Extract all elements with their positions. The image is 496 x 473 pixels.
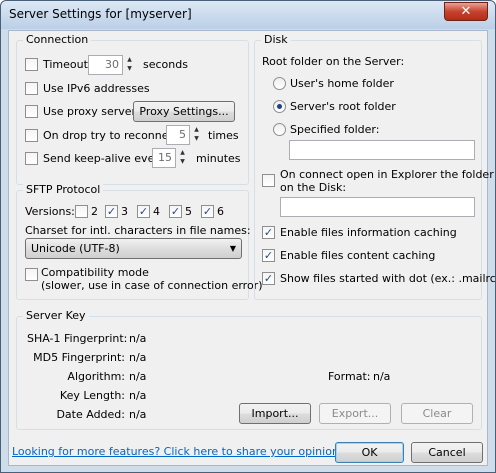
disk-title: Disk <box>261 33 291 46</box>
reconnect-label: On drop try to reconnect <box>43 129 179 142</box>
root-folder-radio[interactable] <box>273 100 286 113</box>
home-folder-label: User's home folder <box>290 77 394 90</box>
dialog-client: Connection Timeout: 30 ▲ ▼ seconds Use IP… <box>8 30 496 466</box>
explorer-folder-input[interactable] <box>280 197 475 217</box>
format-label: Format: <box>328 370 371 383</box>
keepalive-checkbox[interactable] <box>25 152 38 165</box>
version-3-label: 3 <box>121 205 128 218</box>
version-6-checkbox[interactable]: ✓ <box>201 205 214 218</box>
server-key-title: Server Key <box>23 309 89 322</box>
date-added-value: n/a <box>129 408 147 421</box>
open-explorer-checkbox[interactable] <box>262 174 275 187</box>
version-6-label: 6 <box>217 205 224 218</box>
timeout-spin-arrows[interactable]: ▲ ▼ <box>124 55 135 75</box>
keepalive-spin-arrows[interactable]: ▲ ▼ <box>177 148 188 168</box>
close-button[interactable]: ✕ <box>444 2 488 21</box>
reconnect-unit: times <box>208 129 239 142</box>
algorithm-value: n/a <box>129 370 147 383</box>
compat-label: Compatibility mode <box>41 266 149 279</box>
feedback-link[interactable]: Looking for more features? Click here to… <box>12 445 342 458</box>
clear-button[interactable]: Clear <box>401 403 473 424</box>
version-4-label: 4 <box>153 205 160 218</box>
info-caching-label: Enable files information caching <box>280 226 457 239</box>
version-2-checkbox[interactable] <box>75 205 88 218</box>
proxy-label: Use proxy server <box>43 105 137 118</box>
sftp-group: SFTP Protocol Versions: 2 ✓ 3 ✓ 4 ✓ 5 ✓ … <box>16 183 263 300</box>
keepalive-unit: minutes <box>196 152 241 165</box>
content-caching-checkbox[interactable]: ✓ <box>262 249 275 262</box>
timeout-label: Timeout: <box>43 58 92 71</box>
algorithm-label: Algorithm: <box>67 370 125 383</box>
specified-folder-input[interactable] <box>289 140 475 160</box>
md5-label: MD5 Fingerprint: <box>33 351 125 364</box>
reconnect-checkbox[interactable] <box>25 129 38 142</box>
open-explorer-label-2: on the Disk: <box>280 181 347 194</box>
show-dot-checkbox[interactable]: ✓ <box>262 272 275 285</box>
charset-select[interactable]: Unicode (UTF-8) ▼ <box>25 238 242 259</box>
version-4-checkbox[interactable]: ✓ <box>137 205 150 218</box>
keepalive-input[interactable]: 15 <box>152 148 176 168</box>
content-caching-label: Enable files content caching <box>280 249 436 262</box>
root-folder-option-label: Server's root folder <box>290 100 396 113</box>
key-length-value: n/a <box>129 389 147 402</box>
charset-label: Charset for intl. characters in file nam… <box>25 224 251 237</box>
server-key-group: Server Key SHA-1 Fingerprint: n/a MD5 Fi… <box>16 309 482 430</box>
timeout-unit: seconds <box>143 58 188 71</box>
root-folder-label: Root folder on the Server: <box>262 55 405 68</box>
import-button[interactable]: Import... <box>239 403 311 424</box>
show-dot-label: Show files started with dot (ex.: .mailr… <box>280 272 496 285</box>
dialog-window: Server Settings for [myserver] ✕ Connect… <box>0 0 496 473</box>
reconnect-spin-arrows[interactable]: ▲ ▼ <box>191 125 202 145</box>
specified-folder-label: Specified folder: <box>290 123 380 136</box>
export-button[interactable]: Export... <box>319 403 391 424</box>
home-folder-radio[interactable] <box>273 77 286 90</box>
compat-note: (slower, use in case of connection error… <box>41 279 263 292</box>
sha1-value: n/a <box>129 332 147 345</box>
info-caching-checkbox[interactable]: ✓ <box>262 226 275 239</box>
proxy-settings-button[interactable]: Proxy Settings... <box>133 101 235 122</box>
ipv6-checkbox[interactable] <box>25 82 38 95</box>
version-5-label: 5 <box>185 205 192 218</box>
title-bar: Server Settings for [myserver] ✕ <box>1 1 495 29</box>
sftp-title: SFTP Protocol <box>23 183 104 196</box>
compat-checkbox[interactable] <box>25 268 38 281</box>
cancel-button[interactable]: Cancel <box>411 442 483 463</box>
reconnect-input[interactable]: 5 <box>166 125 190 145</box>
charset-value: Unicode (UTF-8) <box>31 242 120 255</box>
version-2-label: 2 <box>91 205 98 218</box>
disk-group: Disk Root folder on the Server: User's h… <box>254 33 496 300</box>
sha1-label: SHA-1 Fingerprint: <box>27 332 128 345</box>
connection-title: Connection <box>23 33 92 46</box>
format-value: n/a <box>373 370 391 383</box>
date-added-label: Date Added: <box>56 408 125 421</box>
timeout-checkbox[interactable] <box>25 58 38 71</box>
timeout-input[interactable]: 30 <box>88 55 123 75</box>
connection-group: Connection Timeout: 30 ▲ ▼ seconds Use IP… <box>16 33 249 185</box>
open-explorer-label: On connect open in Explorer the folder <box>280 168 494 181</box>
versions-label: Versions: <box>25 205 75 218</box>
version-5-checkbox[interactable]: ✓ <box>169 205 182 218</box>
chevron-down-icon: ▼ <box>229 244 236 253</box>
ipv6-label: Use IPv6 addresses <box>43 82 150 95</box>
version-3-checkbox[interactable]: ✓ <box>105 205 118 218</box>
key-length-label: Key Length: <box>59 389 125 402</box>
md5-value: n/a <box>129 351 147 364</box>
ok-button[interactable]: OK <box>335 442 404 463</box>
window-title: Server Settings for [myserver] <box>9 7 192 21</box>
keepalive-label: Send keep-alive every <box>43 152 166 165</box>
proxy-checkbox[interactable] <box>25 105 38 118</box>
specified-folder-radio[interactable] <box>273 123 286 136</box>
